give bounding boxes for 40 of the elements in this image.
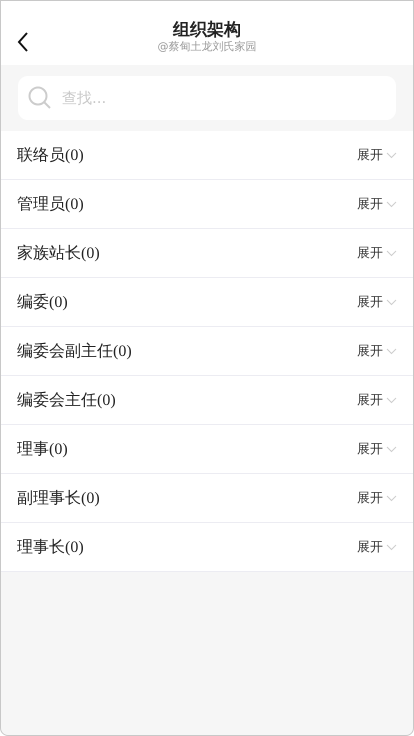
- group-row[interactable]: 编委(0) 展开: [1, 278, 413, 327]
- expand-toggle[interactable]: 展开: [357, 391, 397, 409]
- chevron-icon: [386, 544, 397, 550]
- group-label: 理事长(0): [17, 538, 84, 558]
- group-row[interactable]: 管理员(0) 展开: [1, 180, 413, 229]
- group-label: 编委会副主任(0): [17, 342, 132, 362]
- group-row[interactable]: 理事(0) 展开: [1, 425, 413, 474]
- expand-toggle[interactable]: 展开: [357, 293, 397, 311]
- group-label: 编委会主任(0): [17, 390, 116, 410]
- expand-toggle[interactable]: 展开: [357, 342, 397, 360]
- group-row[interactable]: 联络员(0) 展开: [1, 131, 413, 180]
- group-row[interactable]: 副理事长(0) 展开: [1, 474, 413, 523]
- chevron-icon: [386, 250, 397, 256]
- expand-toggle[interactable]: 展开: [357, 195, 397, 213]
- expand-toggle[interactable]: 展开: [357, 440, 397, 458]
- expand-toggle[interactable]: 展开: [357, 146, 397, 164]
- group-row[interactable]: 编委会主任(0) 展开: [1, 376, 413, 425]
- page-title: 组织架构: [173, 20, 241, 40]
- group-row[interactable]: 家族站长(0) 展开: [1, 229, 413, 278]
- expand-toggle[interactable]: 展开: [357, 489, 397, 507]
- chevron-icon: [386, 152, 397, 158]
- group-row[interactable]: 理事长(0) 展开: [1, 523, 413, 572]
- chevron-icon: [386, 348, 397, 354]
- page-subtitle: @蔡甸土龙刘氏家园: [158, 40, 256, 54]
- group-label: 家族站长(0): [17, 244, 100, 264]
- group-label: 管理员(0): [17, 194, 84, 214]
- group-label: 理事(0): [17, 440, 68, 460]
- chevron-icon: [386, 200, 397, 208]
- expand-toggle[interactable]: 展开: [357, 538, 397, 556]
- search-icon: [28, 86, 52, 110]
- chevron-icon: [386, 446, 397, 452]
- expand-toggle[interactable]: 展开: [357, 244, 397, 262]
- group-row[interactable]: 编委会副主任(0) 展开: [1, 327, 413, 376]
- chevron-icon: [386, 494, 397, 502]
- group-label: 副理事长(0): [17, 488, 100, 508]
- group-label: 联络员(0): [17, 146, 84, 166]
- chevron-icon: [386, 298, 397, 306]
- chevron-icon: [386, 396, 397, 404]
- group-label: 编委(0): [17, 292, 68, 312]
- back-icon: [17, 32, 29, 52]
